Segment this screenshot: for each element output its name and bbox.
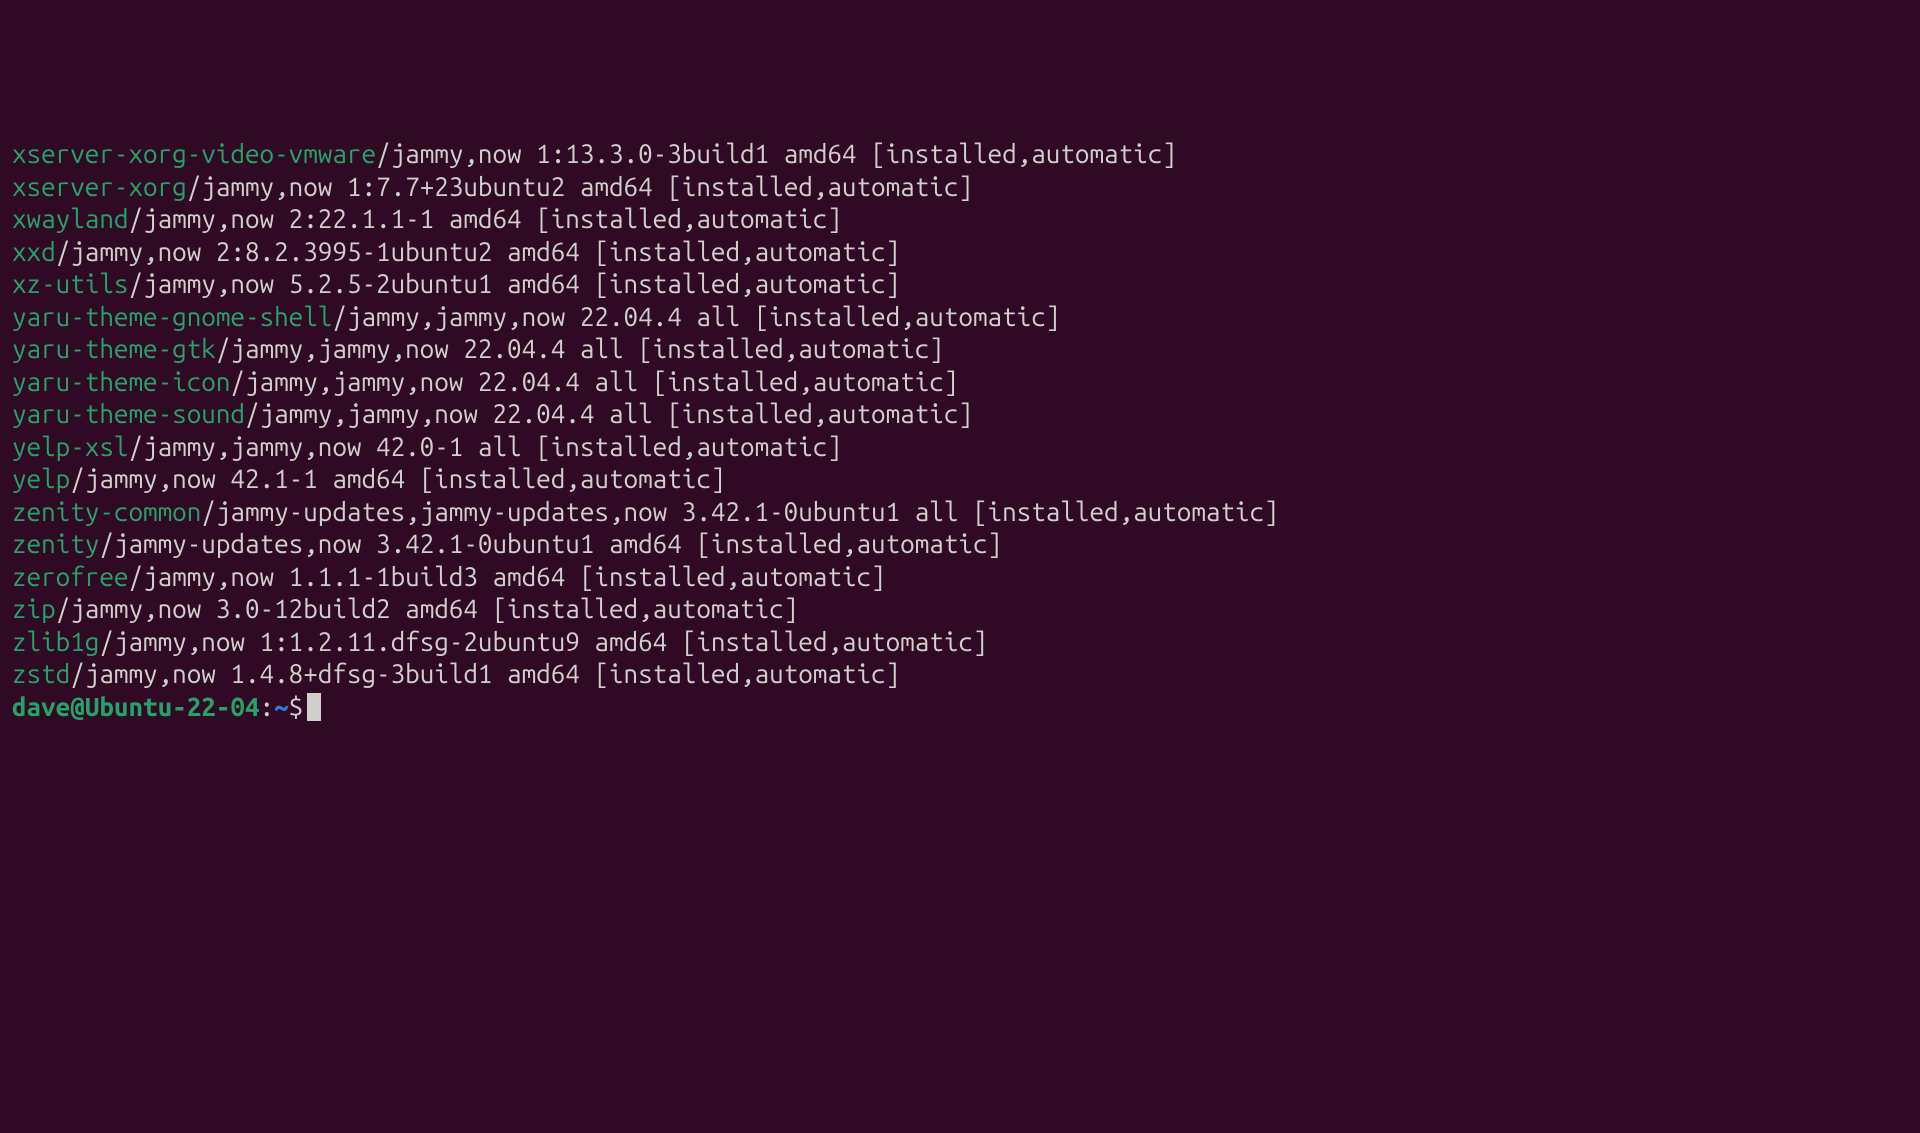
prompt-path: ~ (274, 692, 289, 721)
package-info: /jammy-updates,now 3.42.1-0ubuntu1 amd64… (99, 529, 1002, 558)
package-line: yelp-xsl/jammy,jammy,now 42.0-1 all [ins… (12, 431, 1908, 464)
package-name: xwayland (12, 204, 128, 233)
package-name: zip (12, 594, 56, 623)
package-name: yelp (12, 464, 70, 493)
package-name: yelp-xsl (12, 432, 128, 461)
package-line: xxd/jammy,now 2:8.2.3995-1ubuntu2 amd64 … (12, 236, 1908, 269)
package-line: xwayland/jammy,now 2:22.1.1-1 amd64 [ins… (12, 203, 1908, 236)
package-name: yaru-theme-icon (12, 367, 230, 396)
package-info: /jammy,now 1:13.3.0-3build1 amd64 [insta… (376, 139, 1177, 168)
package-line: zenity/jammy-updates,now 3.42.1-0ubuntu1… (12, 528, 1908, 561)
prompt-at: @ (70, 692, 85, 721)
package-name: yaru-theme-gtk (12, 334, 216, 363)
package-line: yelp/jammy,now 42.1-1 amd64 [installed,a… (12, 463, 1908, 496)
package-name: zenity-common (12, 497, 201, 526)
package-line: yaru-theme-sound/jammy,jammy,now 22.04.4… (12, 398, 1908, 431)
package-info: /jammy,now 3.0-12build2 amd64 [installed… (56, 594, 799, 623)
package-info: /jammy,now 2:22.1.1-1 amd64 [installed,a… (128, 204, 841, 233)
package-line: yaru-theme-icon/jammy,jammy,now 22.04.4 … (12, 366, 1908, 399)
package-info: /jammy,now 5.2.5-2ubuntu1 amd64 [install… (128, 269, 900, 298)
package-line: xz-utils/jammy,now 5.2.5-2ubuntu1 amd64 … (12, 268, 1908, 301)
package-line: zstd/jammy,now 1.4.8+dfsg-3build1 amd64 … (12, 658, 1908, 691)
cursor-icon (307, 693, 321, 721)
prompt-dollar: $ (289, 692, 304, 721)
package-name: yaru-theme-gnome-shell (12, 302, 332, 331)
package-info: /jammy,jammy,now 22.04.4 all [installed,… (332, 302, 1060, 331)
package-name: yaru-theme-sound (12, 399, 245, 428)
prompt-user: dave (12, 692, 70, 721)
package-name: zstd (12, 659, 70, 688)
prompt-host: Ubuntu-22-04 (85, 692, 260, 721)
package-info: /jammy,jammy,now 22.04.4 all [installed,… (230, 367, 958, 396)
package-name: zlib1g (12, 627, 99, 656)
package-line: xserver-xorg-video-vmware/jammy,now 1:13… (12, 138, 1908, 171)
package-info: /jammy,now 42.1-1 amd64 [installed,autom… (70, 464, 725, 493)
package-info: /jammy,now 1.1.1-1build3 amd64 [installe… (128, 562, 885, 591)
package-info: /jammy,jammy,now 22.04.4 all [installed,… (216, 334, 944, 363)
package-name: xz-utils (12, 269, 128, 298)
prompt-colon: : (260, 692, 275, 721)
package-info: /jammy,jammy,now 22.04.4 all [installed,… (245, 399, 973, 428)
package-name: xxd (12, 237, 56, 266)
package-info: /jammy,now 1:1.2.11.dfsg-2ubuntu9 amd64 … (99, 627, 987, 656)
package-info: /jammy,now 2:8.2.3995-1ubuntu2 amd64 [in… (56, 237, 900, 266)
terminal-output[interactable]: xserver-xorg-video-vmware/jammy,now 1:13… (12, 138, 1908, 723)
package-line: xserver-xorg/jammy,now 1:7.7+23ubuntu2 a… (12, 171, 1908, 204)
package-line: yaru-theme-gnome-shell/jammy,jammy,now 2… (12, 301, 1908, 334)
package-line: yaru-theme-gtk/jammy,jammy,now 22.04.4 a… (12, 333, 1908, 366)
package-name: xserver-xorg-video-vmware (12, 139, 376, 168)
package-name: zerofree (12, 562, 128, 591)
package-line: zenity-common/jammy-updates,jammy-update… (12, 496, 1908, 529)
package-name: zenity (12, 529, 99, 558)
package-line: zerofree/jammy,now 1.1.1-1build3 amd64 [… (12, 561, 1908, 594)
package-info: /jammy,now 1.4.8+dfsg-3build1 amd64 [ins… (70, 659, 900, 688)
package-info: /jammy,now 1:7.7+23ubuntu2 amd64 [instal… (187, 172, 973, 201)
package-name: xserver-xorg (12, 172, 187, 201)
shell-prompt[interactable]: dave@Ubuntu-22-04:~$ (12, 691, 1908, 724)
package-info: /jammy,jammy,now 42.0-1 all [installed,a… (128, 432, 841, 461)
package-line: zip/jammy,now 3.0-12build2 amd64 [instal… (12, 593, 1908, 626)
package-info: /jammy-updates,jammy-updates,now 3.42.1-… (201, 497, 1278, 526)
package-line: zlib1g/jammy,now 1:1.2.11.dfsg-2ubuntu9 … (12, 626, 1908, 659)
